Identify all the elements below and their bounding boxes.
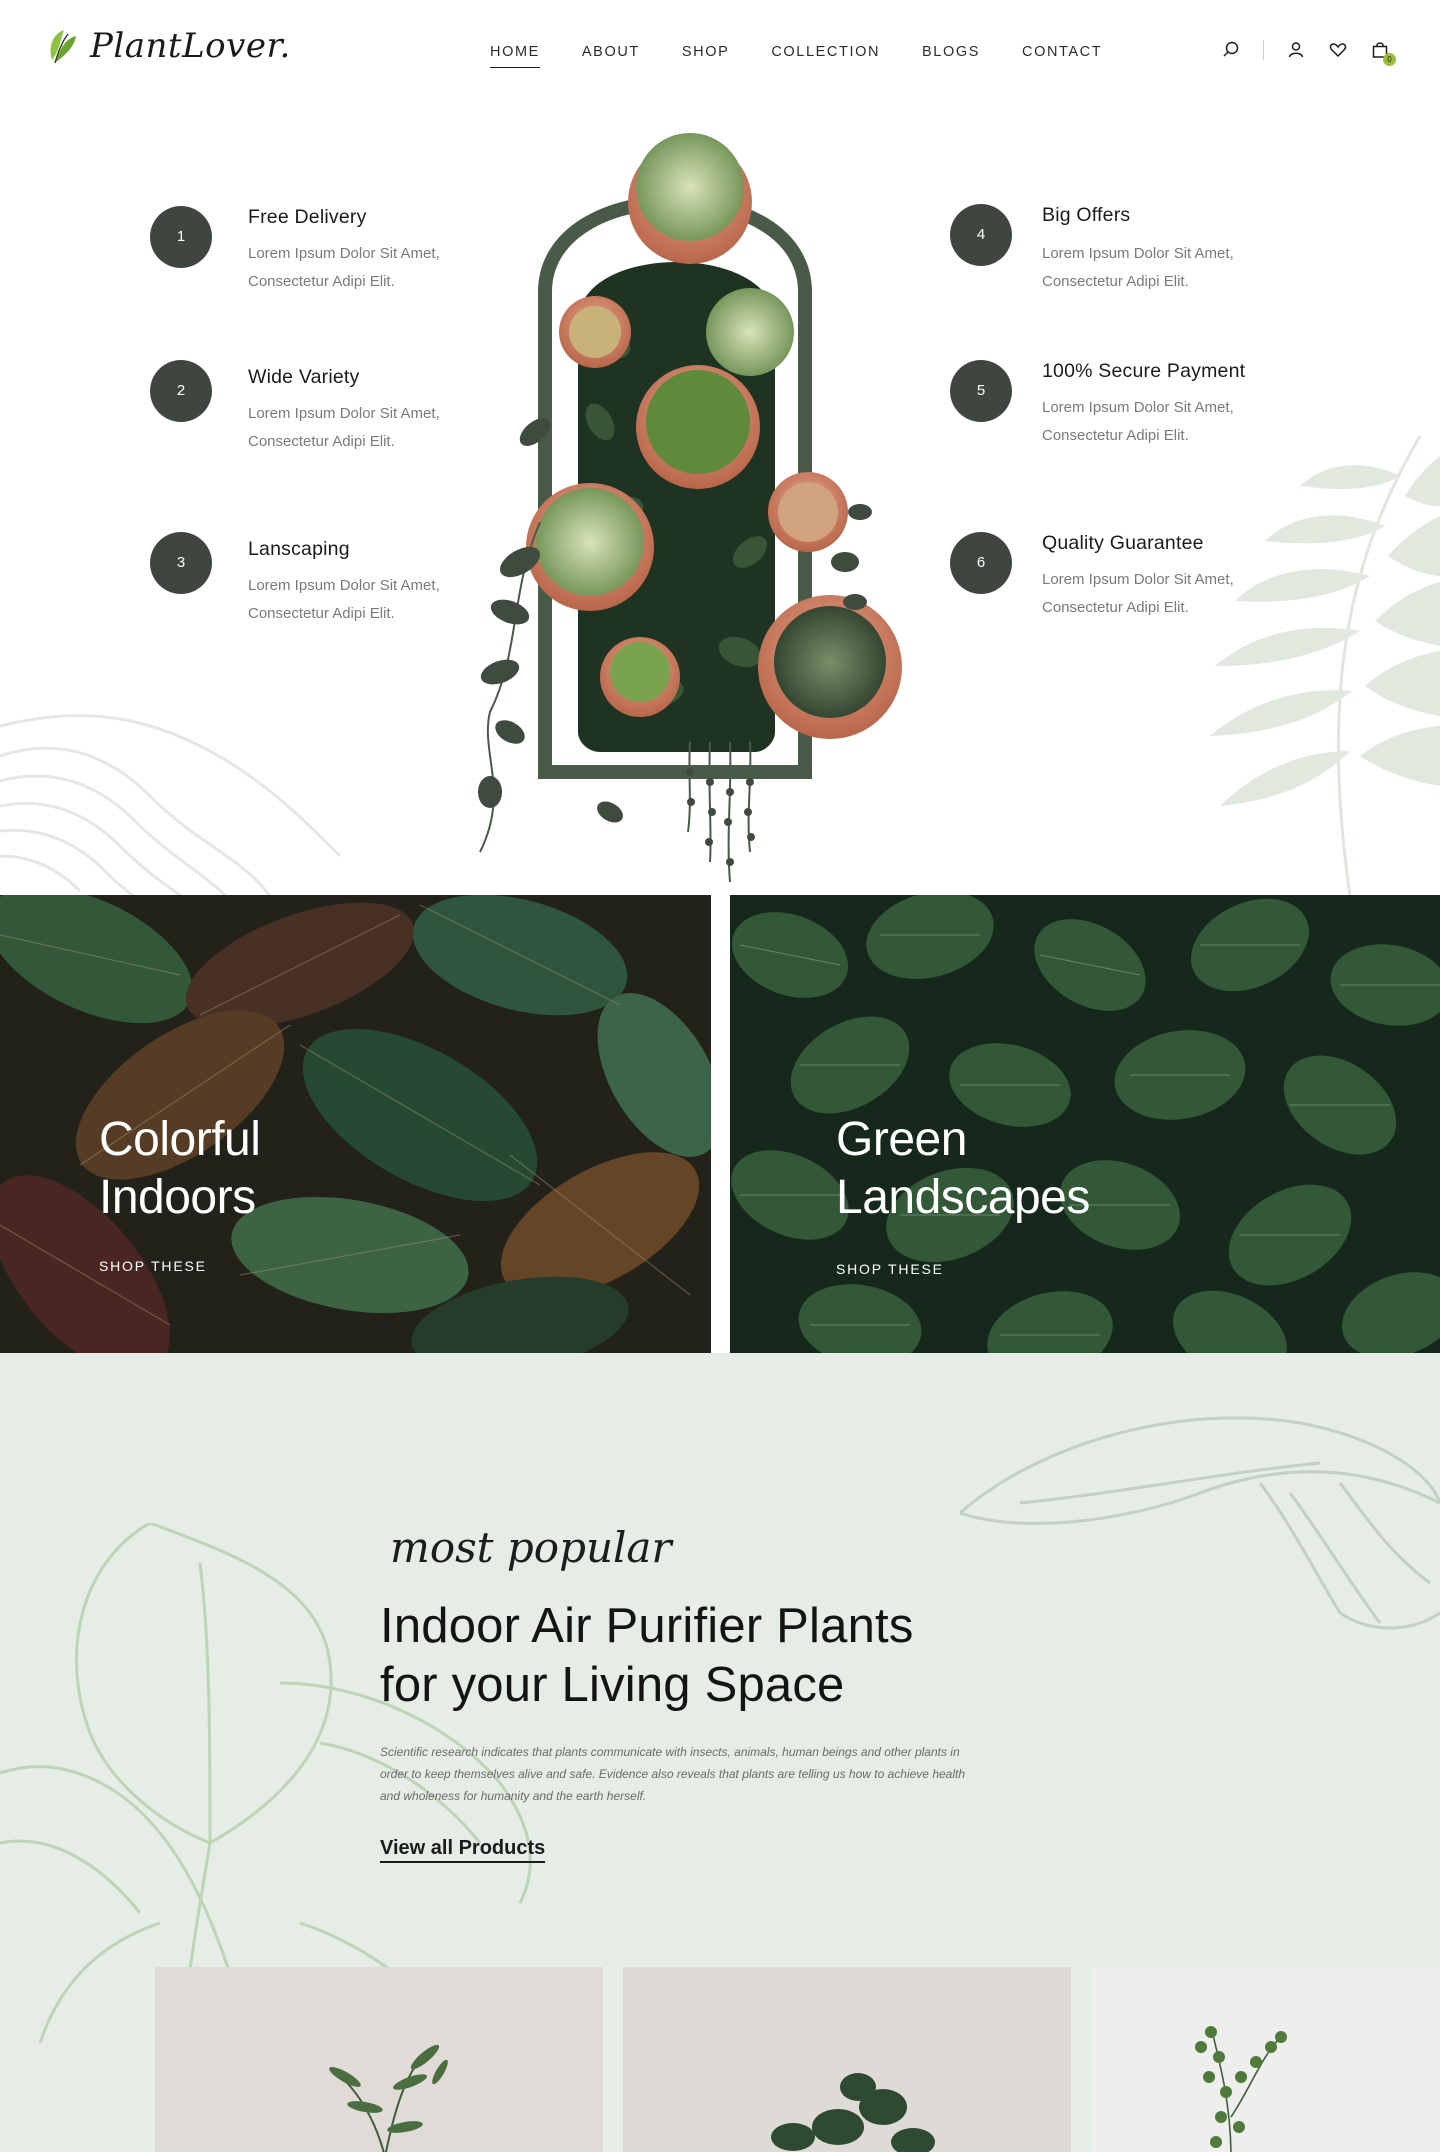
feature-number: 2 (150, 360, 212, 422)
feature-description: Lorem Ipsum Dolor Sit Amet, Consectetur … (1042, 245, 1234, 290)
feature-number: 4 (950, 204, 1012, 266)
nav-contact[interactable]: CONTACT (1022, 44, 1102, 68)
decorative-leaf-outline (960, 1416, 1440, 1630)
promo-title-line: Green (836, 1113, 967, 1166)
product-card[interactable] (623, 1967, 1071, 2152)
product-card[interactable] (155, 1967, 603, 2152)
nav-about[interactable]: ABOUT (582, 44, 640, 68)
feature-number: 5 (950, 360, 1012, 422)
features-section: 1 Free Delivery Lorem Ipsum Dolor Sit Am… (0, 106, 1440, 896)
feature-number: 1 (150, 206, 212, 268)
product-image (623, 1967, 1071, 2152)
heart-icon[interactable] (1328, 40, 1348, 60)
decorative-palm-leaf (1210, 436, 1440, 896)
section-description: Scientific research indicates that plant… (380, 1745, 966, 1803)
product-image (1091, 1967, 1440, 2152)
section-eyebrow-script: most popular (390, 1523, 672, 1572)
shopping-bag-icon[interactable]: 0 (1370, 40, 1396, 66)
user-icon[interactable] (1286, 40, 1306, 60)
feature-title: Quality Guarantee (1042, 532, 1204, 554)
promo-banner-indoors[interactable]: Colorful Indoors SHOP THESE (0, 895, 711, 1353)
most-popular-section: most popular Indoor Air Purifier Plants … (0, 1353, 1440, 2152)
feature-number: 6 (950, 532, 1012, 594)
feature-title: 100% Secure Payment (1042, 360, 1246, 382)
brand-name: PlantLover. (90, 26, 291, 66)
nav-collection[interactable]: COLLECTION (771, 44, 880, 68)
header-actions: 0 (1221, 40, 1396, 66)
feature-number: 3 (150, 532, 212, 594)
feature-title: Big Offers (1042, 204, 1131, 226)
feature-title: Lanscaping (248, 538, 350, 560)
succulent-arch-illustration (478, 133, 902, 883)
view-all-products-link[interactable]: View all Products (380, 1837, 546, 1863)
feature-title: Free Delivery (248, 206, 367, 228)
promo-title: Green Landscapes (836, 1111, 1090, 1227)
shop-these-link[interactable]: SHOP THESE (99, 1258, 207, 1274)
logo[interactable]: PlantLover. (46, 26, 291, 66)
leaf-logo-icon (50, 30, 76, 64)
site-header: PlantLover. HOME ABOUT SHOP COLLECTION B… (0, 0, 1440, 106)
feature-description: Lorem Ipsum Dolor Sit Amet, Consectetur … (248, 245, 440, 290)
promo-title-line: Landscapes (836, 1171, 1090, 1224)
nav-shop[interactable]: SHOP (682, 44, 730, 68)
feature-description: Lorem Ipsum Dolor Sit Amet, Consectetur … (248, 405, 440, 450)
feature-description: Lorem Ipsum Dolor Sit Amet, Consectetur … (248, 577, 440, 622)
section-title: Indoor Air Purifier Plants for your Livi… (380, 1597, 914, 1715)
decorative-wave-lines (0, 714, 342, 896)
main-nav: HOME ABOUT SHOP COLLECTION BLOGS CONTACT (490, 44, 1102, 68)
cart-count-badge: 0 (1383, 53, 1396, 66)
section-title-line: Indoor Air Purifier Plants (380, 1599, 914, 1653)
nav-blogs[interactable]: BLOGS (922, 44, 980, 68)
section-title-line: for your Living Space (380, 1658, 845, 1712)
promo-title-line: Indoors (99, 1171, 256, 1224)
feature-description: Lorem Ipsum Dolor Sit Amet, Consectetur … (1042, 399, 1234, 444)
product-card[interactable] (1091, 1967, 1440, 2152)
nav-home[interactable]: HOME (490, 44, 540, 68)
header-divider (1263, 40, 1264, 60)
search-icon[interactable] (1221, 40, 1241, 60)
product-image (155, 1967, 603, 2152)
shop-these-link[interactable]: SHOP THESE (836, 1261, 944, 1277)
promo-title: Colorful Indoors (99, 1111, 261, 1227)
promo-title-line: Colorful (99, 1113, 261, 1166)
feature-title: Wide Variety (248, 366, 360, 388)
feature-description: Lorem Ipsum Dolor Sit Amet, Consectetur … (1042, 571, 1234, 616)
promo-banner-landscapes[interactable]: Green Landscapes SHOP THESE (730, 895, 1440, 1353)
